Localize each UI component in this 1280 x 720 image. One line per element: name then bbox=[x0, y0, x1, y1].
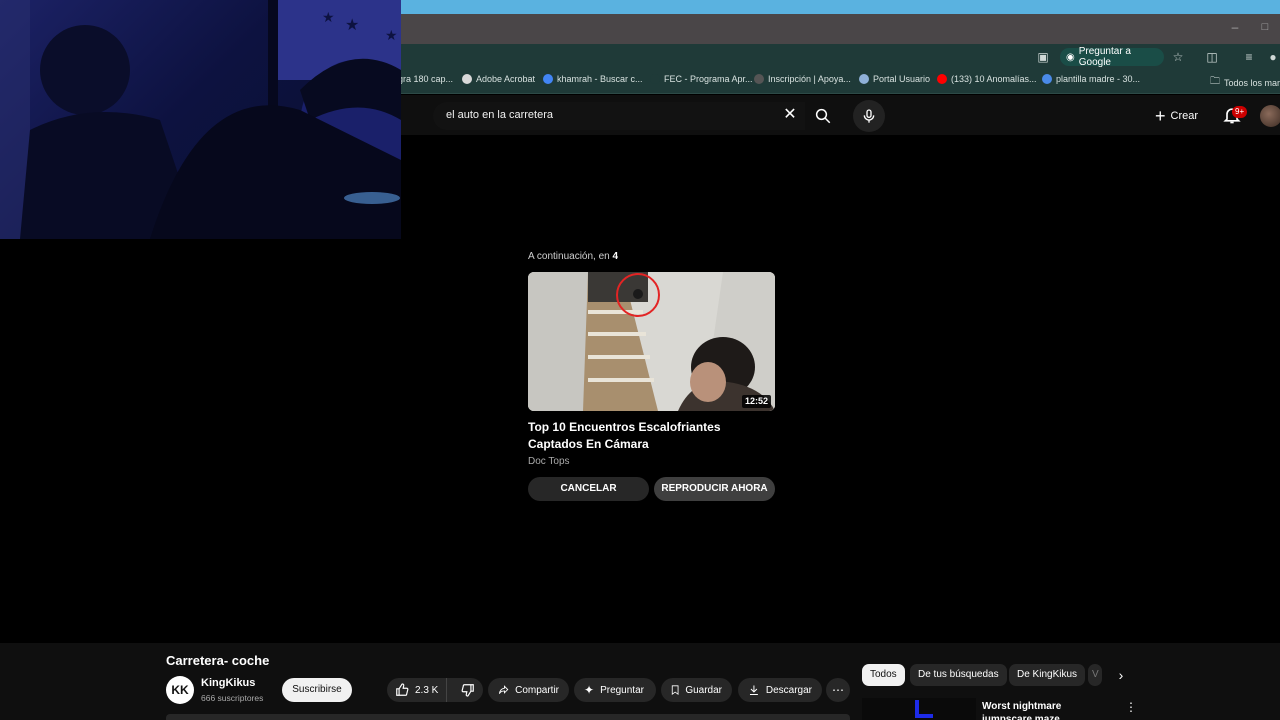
dislike-button[interactable] bbox=[453, 678, 475, 702]
maximize-icon[interactable]: □ bbox=[1258, 20, 1272, 34]
subscribe-button[interactable]: Suscribirse bbox=[282, 678, 352, 702]
bookmark-item[interactable]: FEC - Programa Apr... bbox=[650, 74, 753, 84]
share-button[interactable]: Compartir bbox=[488, 678, 569, 702]
like-count: 2.3 K bbox=[415, 684, 439, 696]
save-label: Guardar bbox=[685, 684, 722, 696]
search-query: el auto en la carretera bbox=[446, 109, 554, 121]
download-button[interactable]: Descargar bbox=[738, 678, 822, 702]
thumbs-down-icon bbox=[461, 684, 475, 697]
acrobat-icon bbox=[462, 74, 472, 84]
more-actions-button[interactable]: ⋯ bbox=[826, 678, 850, 702]
sparkle-icon: ✦ bbox=[584, 683, 595, 697]
bookmark-item[interactable]: Portal Usuario bbox=[859, 74, 930, 84]
create-label: Crear bbox=[1170, 110, 1199, 122]
bookmark-label: Adobe Acrobat bbox=[476, 74, 536, 84]
next-video-thumbnail[interactable] bbox=[528, 272, 775, 411]
docs-icon bbox=[1042, 74, 1052, 84]
countdown-seconds: 4 bbox=[612, 251, 619, 262]
folder-icon: 🗀 bbox=[1210, 76, 1220, 87]
subscriber-count: 666 suscriptores bbox=[201, 693, 264, 703]
bookmark-label: Inscripción | Apoya... bbox=[768, 74, 851, 84]
like-button[interactable]: 2.3 K bbox=[387, 678, 448, 702]
duration-badge: 12:52 bbox=[742, 395, 772, 408]
description-box[interactable] bbox=[166, 714, 850, 720]
cast-icon[interactable]: ▣ bbox=[1036, 50, 1050, 64]
chip-all[interactable]: Todos bbox=[862, 664, 905, 686]
bookmark-label: Todos los marc bbox=[1224, 77, 1280, 88]
link-icon bbox=[754, 74, 764, 84]
channel-name[interactable]: KingKikus bbox=[201, 677, 255, 689]
voice-search-button[interactable] bbox=[853, 100, 885, 132]
search-icon bbox=[815, 108, 831, 124]
share-label: Compartir bbox=[515, 684, 559, 696]
play-now-button[interactable]: REPRODUCIR AHORA bbox=[654, 477, 775, 501]
webcam-overlay: ★ ★ ★ bbox=[0, 0, 401, 239]
extensions-icon[interactable]: ◫ bbox=[1205, 50, 1219, 64]
bookmark-label: Portal Usuario bbox=[873, 74, 931, 84]
portal-icon bbox=[859, 74, 869, 84]
up-next-countdown: A continuación, en 4 bbox=[528, 251, 618, 262]
profile-icon[interactable]: ● bbox=[1266, 50, 1280, 64]
all-bookmarks[interactable]: 🗀 Todos los marc bbox=[1210, 74, 1280, 91]
next-video-title[interactable]: Top 10 Encuentros Escalofriantes Captado… bbox=[528, 419, 778, 453]
next-video-channel[interactable]: Doc Tops bbox=[528, 456, 570, 467]
recommended-video-title[interactable]: Worst nightmare jumpscare maze bbox=[982, 700, 1112, 720]
channel-avatar[interactable]: KK bbox=[166, 676, 194, 704]
google-icon bbox=[543, 74, 553, 84]
ask-button[interactable]: ✦ Preguntar bbox=[574, 678, 656, 702]
bookmark-label: gra 180 cap... bbox=[398, 74, 454, 84]
google-lens-icon: ◉ bbox=[1066, 51, 1075, 63]
chip-partial[interactable]: V bbox=[1088, 664, 1102, 686]
chevron-right-icon[interactable]: › bbox=[1112, 666, 1130, 684]
account-avatar[interactable] bbox=[1260, 105, 1280, 127]
minimize-icon[interactable]: – bbox=[1228, 20, 1242, 34]
more-horizontal-icon: ⋯ bbox=[832, 683, 844, 697]
reading-list-icon[interactable]: ≡ bbox=[1242, 50, 1256, 64]
create-button[interactable]: + Crear bbox=[1155, 104, 1209, 128]
svg-text:★: ★ bbox=[345, 17, 359, 34]
ask-google-button[interactable]: ◉ Preguntar a Google bbox=[1060, 46, 1164, 68]
ask-label: Preguntar bbox=[600, 684, 644, 696]
share-icon bbox=[498, 685, 509, 694]
bookmark-item[interactable]: Inscripción | Apoya... bbox=[754, 74, 851, 84]
download-label: Descargar bbox=[765, 684, 812, 696]
bookmark-blank-icon bbox=[650, 74, 660, 84]
youtube-icon bbox=[937, 74, 947, 84]
svg-text:★: ★ bbox=[385, 27, 398, 43]
video-title: Carretera- coche bbox=[166, 653, 270, 668]
bookmark-label: khamrah - Buscar c... bbox=[557, 74, 643, 84]
bookmark-label: FEC - Programa Apr... bbox=[664, 74, 753, 84]
bookmark-item[interactable]: gra 180 cap... bbox=[398, 74, 453, 84]
star-bookmark-icon[interactable]: ☆ bbox=[1171, 50, 1185, 64]
microphone-icon bbox=[863, 109, 875, 123]
up-next-prefix: A continuación, en bbox=[528, 251, 613, 262]
more-vertical-icon[interactable]: ⋮ bbox=[1124, 700, 1138, 714]
svg-text:★: ★ bbox=[322, 9, 335, 25]
bookmark-icon bbox=[671, 685, 679, 695]
download-icon bbox=[749, 685, 758, 695]
thumbs-up-icon bbox=[396, 683, 409, 696]
bookmark-item[interactable]: (133) 10 Anomalías... bbox=[937, 74, 1037, 84]
clear-search-icon[interactable]: ✕ bbox=[781, 106, 799, 124]
bookmark-item[interactable]: plantilla madre - 30... bbox=[1042, 74, 1140, 84]
bookmark-label: (133) 10 Anomalías... bbox=[951, 74, 1037, 84]
chip-from-searches[interactable]: De tus búsquedas bbox=[910, 664, 1007, 686]
chip-from-channel[interactable]: De KingKikus bbox=[1009, 664, 1086, 686]
save-button[interactable]: Guardar bbox=[661, 678, 732, 702]
notification-badge: 9+ bbox=[1232, 106, 1248, 118]
like-dislike-group: 2.3 K bbox=[387, 678, 483, 702]
bookmark-label: plantilla madre - 30... bbox=[1056, 74, 1141, 84]
bookmark-item[interactable]: khamrah - Buscar c... bbox=[543, 74, 643, 84]
cancel-autoplay-button[interactable]: CANCELAR bbox=[528, 477, 649, 501]
search-button[interactable] bbox=[806, 102, 840, 130]
bookmark-item[interactable]: Adobe Acrobat bbox=[462, 74, 535, 84]
recommended-video-thumbnail[interactable] bbox=[862, 698, 976, 720]
plus-icon: + bbox=[1155, 106, 1166, 126]
ask-google-label: Preguntar a Google bbox=[1078, 46, 1131, 68]
